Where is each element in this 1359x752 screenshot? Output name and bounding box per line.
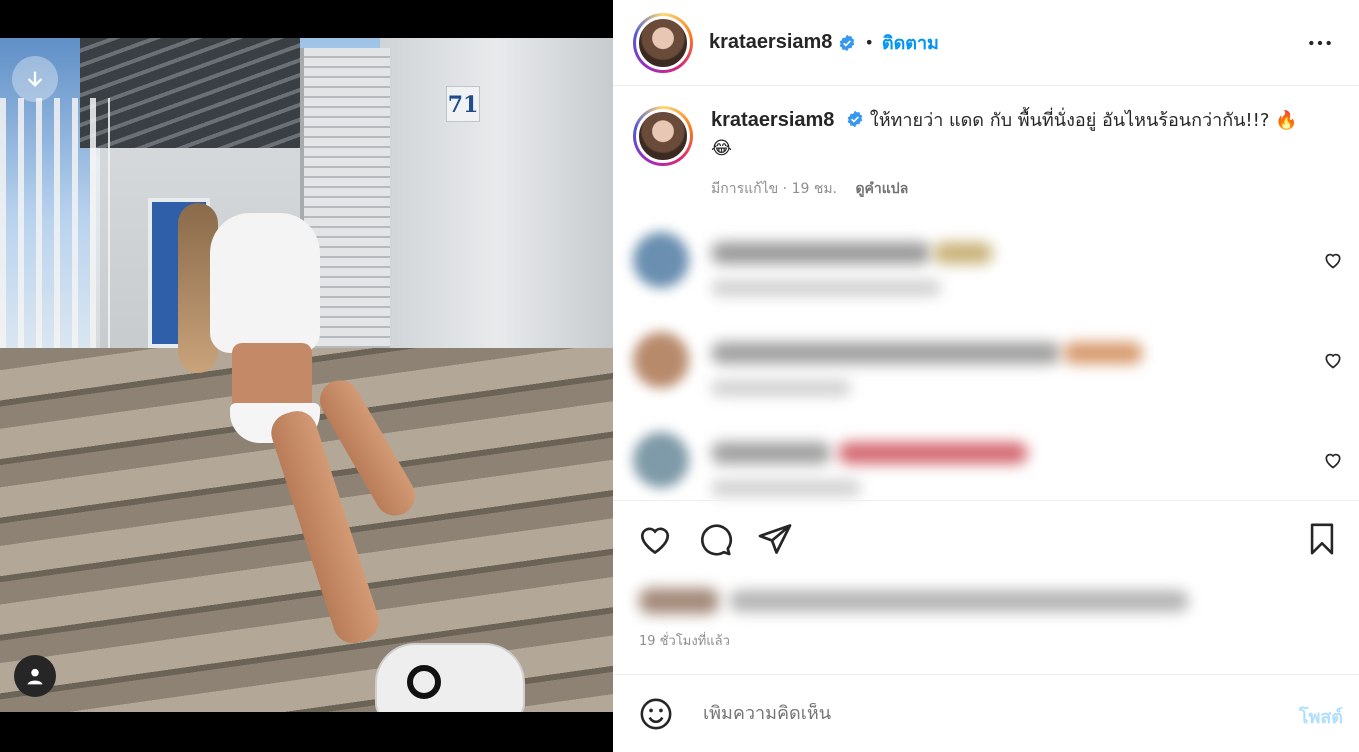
photo-railing bbox=[0, 98, 110, 388]
heart-icon[interactable] bbox=[1323, 350, 1343, 370]
caption-avatar[interactable] bbox=[633, 106, 693, 166]
comment-text-blurred bbox=[711, 342, 1061, 364]
post-header: krataersiam8 • ติดตาม bbox=[613, 0, 1359, 86]
instagram-post-viewer: 71 krataersiam8 • ติดตาม krataersiam8 ให… bbox=[0, 0, 1359, 752]
comment-avatar[interactable] bbox=[633, 332, 689, 388]
bookmark-icon[interactable] bbox=[1305, 521, 1339, 557]
emoji-icon[interactable] bbox=[639, 697, 673, 731]
comment-text-blurred bbox=[711, 242, 931, 264]
author-avatar-image bbox=[636, 15, 690, 70]
comment-input[interactable] bbox=[703, 703, 1263, 724]
caption-meta: มีการแก้ไข · 19 ชม. ดูคำแปล bbox=[711, 178, 908, 200]
edited-label: มีการแก้ไข bbox=[711, 181, 779, 197]
likes-avatars-blurred bbox=[639, 588, 719, 614]
post-actions-bar bbox=[613, 500, 1359, 580]
comment-item bbox=[633, 232, 1341, 312]
add-comment-bar: โพสต์ bbox=[613, 674, 1359, 752]
post-media-pane: 71 bbox=[0, 0, 613, 752]
comment-meta-blurred bbox=[711, 280, 941, 296]
comment-icon[interactable] bbox=[697, 521, 733, 557]
likes-text-blurred bbox=[729, 590, 1189, 612]
photo-roof bbox=[80, 38, 300, 148]
post-caption: krataersiam8 ให้ทายว่า แดด กับ พื้นที่นั… bbox=[633, 106, 1333, 166]
see-translation-link[interactable]: ดูคำแปล bbox=[855, 181, 908, 197]
person-top bbox=[210, 213, 320, 353]
comment-emoji-blurred bbox=[933, 242, 993, 264]
post-side-panel: krataersiam8 • ติดตาม krataersiam8 ให้ทา… bbox=[613, 0, 1359, 752]
post-comment-button[interactable]: โพสต์ bbox=[1299, 702, 1343, 731]
comment-text-blurred bbox=[711, 442, 831, 464]
likes-summary-blurred[interactable] bbox=[619, 570, 1199, 626]
meta-separator: · bbox=[782, 181, 788, 197]
comment-item bbox=[633, 332, 1341, 412]
comment-emoji-blurred bbox=[838, 442, 1028, 464]
heart-icon[interactable] bbox=[637, 521, 673, 557]
heart-icon[interactable] bbox=[1323, 250, 1343, 270]
author-username[interactable]: krataersiam8 bbox=[709, 31, 832, 54]
share-icon[interactable] bbox=[757, 521, 793, 557]
chevron-down-icon[interactable] bbox=[12, 56, 58, 102]
caption-body: krataersiam8 ให้ทายว่า แดด กับ พื้นที่นั… bbox=[711, 106, 1311, 166]
caption-username[interactable]: krataersiam8 bbox=[711, 109, 834, 131]
comment-emoji-blurred bbox=[1063, 342, 1143, 364]
verified-badge-icon bbox=[847, 110, 863, 128]
heart-icon[interactable] bbox=[1323, 450, 1343, 470]
verified-badge-icon bbox=[840, 34, 855, 51]
caption-avatar-image bbox=[636, 109, 690, 163]
post-timestamp[interactable]: 19 ชั่วโมงที่แล้ว bbox=[639, 630, 730, 651]
author-avatar[interactable] bbox=[633, 12, 693, 73]
comment-meta-blurred bbox=[711, 480, 861, 496]
post-photo[interactable]: 71 bbox=[0, 38, 613, 712]
caption-age: 19 ชม. bbox=[791, 181, 838, 197]
comment-avatar[interactable] bbox=[633, 432, 689, 488]
photo-person bbox=[170, 203, 525, 712]
person-sneaker bbox=[375, 643, 525, 712]
house-number-plate: 71 bbox=[446, 86, 480, 122]
comment-meta-blurred bbox=[711, 380, 851, 396]
sneaker-logo bbox=[407, 665, 441, 699]
header-dot: • bbox=[864, 33, 874, 52]
more-options-icon[interactable] bbox=[1307, 30, 1333, 56]
user-tag-icon[interactable] bbox=[14, 655, 56, 697]
comment-avatar[interactable] bbox=[633, 232, 689, 288]
follow-button[interactable]: ติดตาม bbox=[882, 28, 939, 57]
